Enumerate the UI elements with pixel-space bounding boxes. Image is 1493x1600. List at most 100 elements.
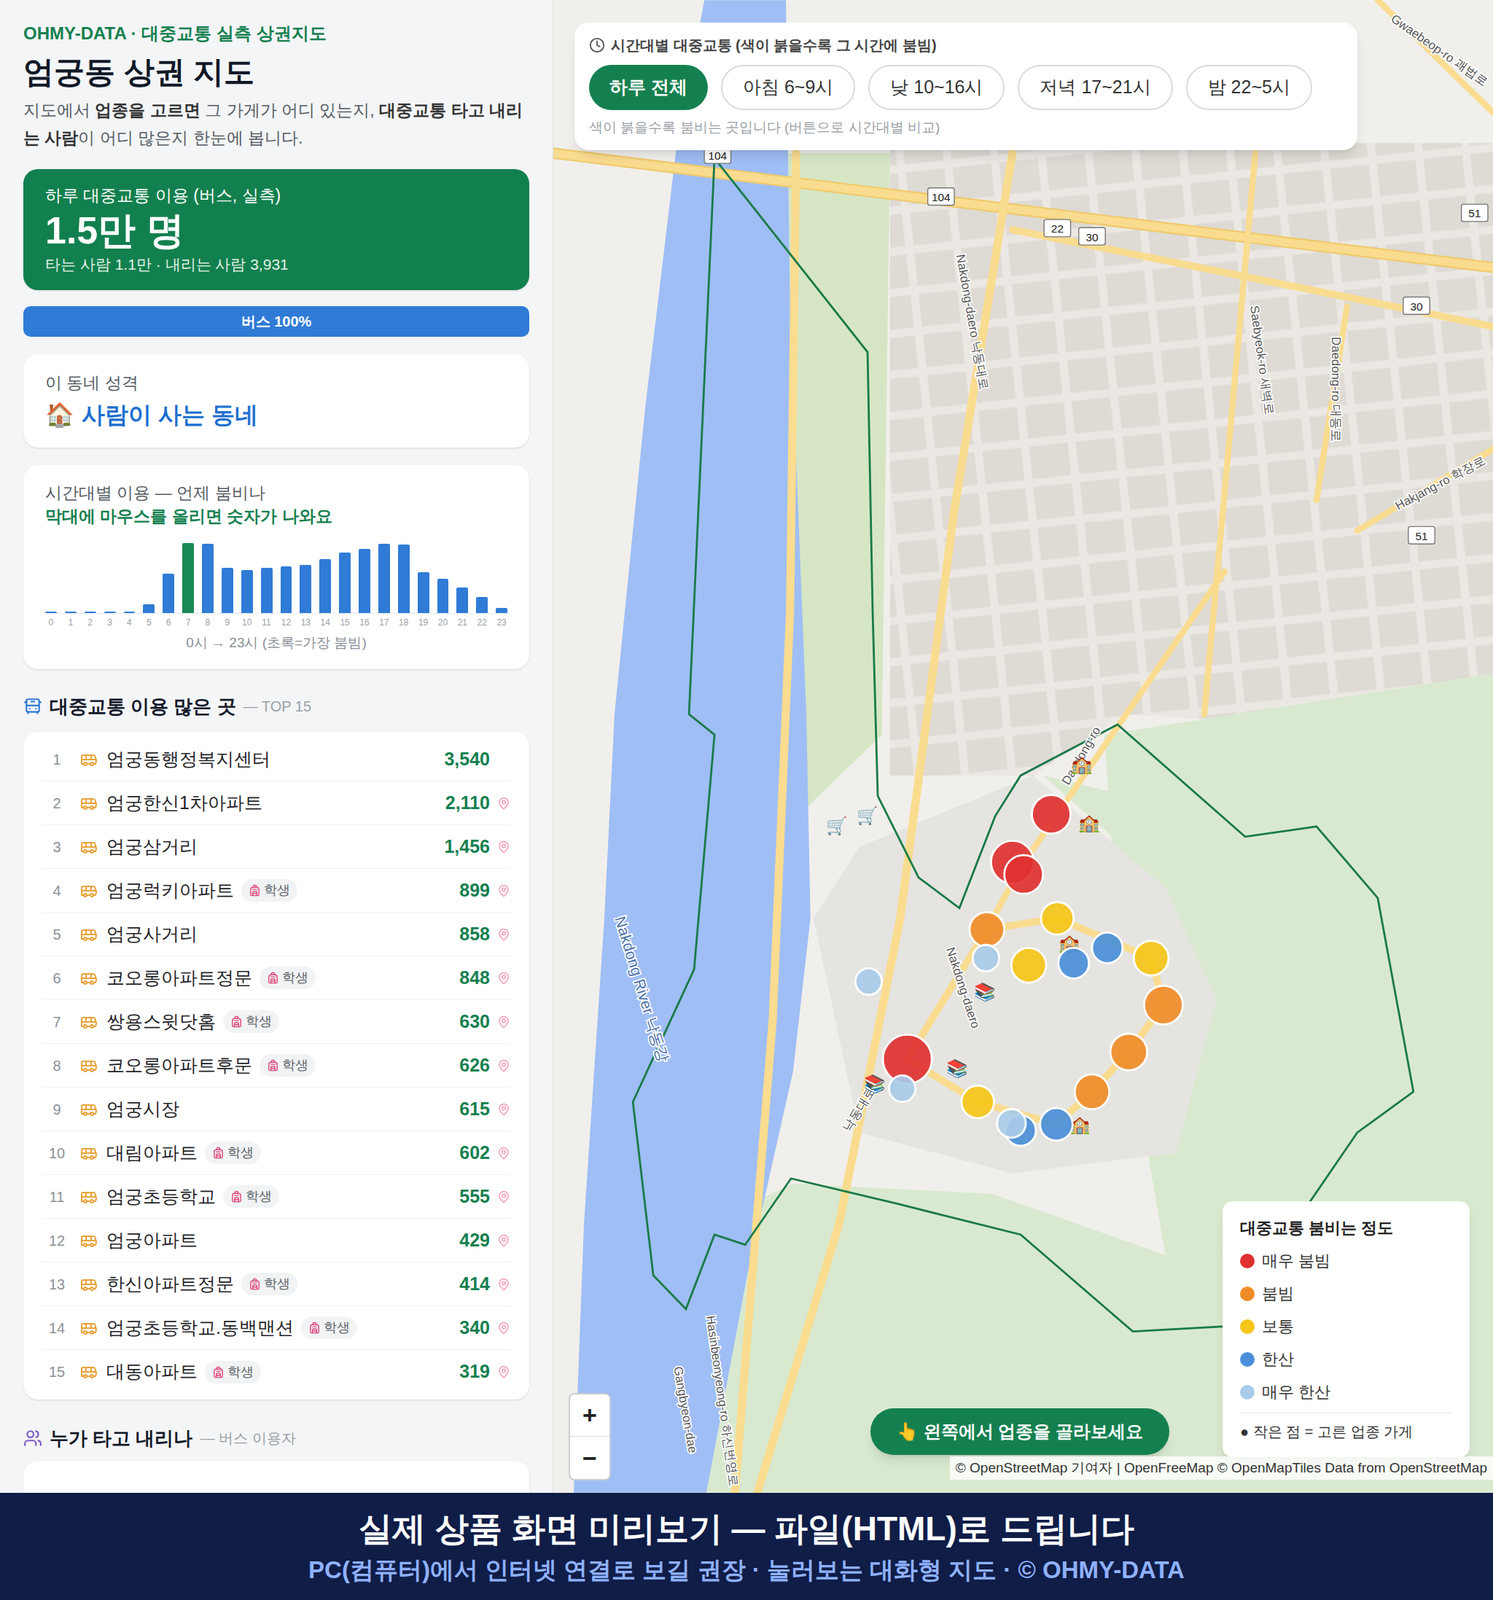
hour-bar[interactable] [456,587,469,614]
pin-icon[interactable] [497,884,511,898]
pin-icon[interactable] [497,796,511,810]
top-row[interactable]: 13한신아파트정문학생414 [42,1262,511,1307]
hour-bar[interactable] [378,543,391,614]
pin-icon[interactable] [497,1234,511,1248]
poi-icon[interactable]: 🛒 [856,805,879,826]
top-row[interactable]: 8코오롱아파트후문학생626 [42,1043,511,1088]
stop-marker[interactable] [1011,947,1047,983]
poi-icon[interactable]: 🏫 [1078,812,1101,834]
stop-marker[interactable] [1004,855,1044,894]
poi-icon[interactable]: 📚 [973,981,996,1003]
hour-bar[interactable] [495,607,508,614]
pin-icon[interactable] [497,971,511,985]
stop-marker[interactable] [889,1075,916,1102]
poi-icon[interactable]: 📚 [863,1073,886,1095]
pin-icon[interactable] [497,1365,511,1379]
top-row[interactable]: 2엄궁한신1차아파트2,110 [42,781,511,826]
hour-bar[interactable] [241,570,253,614]
description: 지도에서 업종을 고르면 그 가게가 어디 있는지, 대중교통 타고 내리는 사… [23,96,530,152]
pin-icon[interactable] [497,928,511,942]
top-row[interactable]: 15대동아파트학생319 [42,1350,511,1394]
stop-marker[interactable] [1074,1074,1110,1110]
pin-icon[interactable] [497,840,511,854]
pin-icon[interactable] [497,1059,511,1073]
stop-marker[interactable] [855,968,882,995]
pin-icon[interactable] [497,1321,511,1335]
hour-bar[interactable] [104,611,116,614]
hour-bar[interactable] [64,611,77,614]
hour-bar[interactable] [476,597,488,614]
stop-marker[interactable] [1058,947,1090,979]
hour-bar[interactable] [45,611,57,614]
hour-bar[interactable] [417,572,430,614]
top-row[interactable]: 7쌍용스윗닷홈학생630 [42,1000,511,1044]
hour-bar[interactable] [260,567,273,614]
zoom-button[interactable]: − [570,1436,610,1480]
poi-icon[interactable]: 📚 [946,1058,969,1079]
hour-bar[interactable] [398,544,410,614]
time-option[interactable]: 저녁 17~21시 [1017,64,1173,111]
top-row[interactable]: 5엄궁사거리858 [42,912,511,957]
hill-area-2 [1104,673,1493,1256]
top-list: 1엄궁동행정복지센터3,5402엄궁한신1차아파트2,1103엄궁삼거리1,45… [23,731,530,1400]
pin-icon[interactable] [497,1190,511,1204]
top-row[interactable]: 11엄궁초등학교학생555 [42,1175,511,1219]
poi-icon[interactable]: 🛒 [825,815,848,837]
hour-bar[interactable] [84,611,97,614]
stop-marker[interactable] [969,911,1005,947]
hour-bar[interactable] [437,578,450,614]
top-row[interactable]: 4엄궁럭키아파트학생899 [42,868,511,913]
top-row[interactable]: 1엄궁동행정복지센터3,540 [42,737,511,782]
hour-bar[interactable] [358,548,371,614]
hour-bar[interactable] [299,564,312,614]
pin-icon[interactable] [497,1146,511,1160]
stop-marker[interactable] [961,1085,995,1119]
stop-marker[interactable] [1143,985,1183,1025]
stop-marker[interactable] [972,944,999,972]
clock-icon [589,37,606,54]
hour-bar[interactable] [123,611,136,614]
backpack-icon [248,1277,261,1291]
pin-icon[interactable] [497,1015,511,1029]
stop-marker[interactable] [1110,1033,1147,1071]
hour-bar[interactable] [221,567,234,614]
hour-bar[interactable] [319,559,331,614]
hour-bar[interactable] [182,543,194,614]
top-row[interactable]: 12엄궁아파트429 [42,1218,511,1263]
pin-icon[interactable] [497,1102,511,1117]
time-option[interactable]: 아침 6~9시 [720,64,856,111]
backpack-icon [230,1015,243,1028]
time-option[interactable]: 밤 22~5시 [1186,64,1313,111]
cta-pill[interactable]: 👆 왼쪽에서 업종을 골라보세요 [870,1408,1170,1456]
stop-marker[interactable] [1031,795,1071,834]
top-row[interactable]: 14엄궁초등학교.동백맨션학생340 [42,1306,511,1351]
time-filter-panel: 시간대별 대중교통 (색이 붉을수록 그 시간에 붐빔)하루 전체아침 6~9시… [574,22,1358,151]
next-heading: 누가 타고 내리나— 버스 이용자 [23,1425,530,1451]
zoom-button[interactable]: + [570,1394,610,1437]
stop-marker[interactable] [1092,932,1123,964]
hour-bar[interactable] [162,573,175,614]
time-option[interactable]: 하루 전체 [589,64,708,111]
stop-marker[interactable] [1041,901,1074,935]
hour-bar[interactable] [201,543,214,614]
poi-icon[interactable]: 🏫 [1070,754,1093,775]
legend-dot [1240,1385,1255,1400]
hour-bar[interactable] [338,552,351,614]
stop-marker[interactable] [1040,1108,1074,1141]
backpack-icon [266,1059,280,1072]
bus-icon [80,750,98,769]
stop-marker[interactable] [997,1108,1026,1138]
city-blocks [890,142,1493,776]
map[interactable]: Nakdong-daero 낙동대로Saebyeok-ro 새벽로Daedong… [553,0,1493,1493]
top-row[interactable]: 9엄궁시장615 [42,1087,511,1132]
svg-text:30: 30 [1409,300,1423,313]
time-option[interactable]: 낮 10~16시 [868,64,1005,111]
svg-text:51: 51 [1414,529,1428,543]
hour-bar[interactable] [280,566,293,614]
pin-icon[interactable] [497,1277,511,1292]
stop-marker[interactable] [1133,941,1169,977]
hour-bar[interactable] [142,604,155,614]
top-row[interactable]: 6코오롱아파트정문학생848 [42,956,511,1001]
top-row[interactable]: 10대림아파트학생602 [42,1131,511,1176]
top-row[interactable]: 3엄궁삼거리1,456 [42,825,511,869]
